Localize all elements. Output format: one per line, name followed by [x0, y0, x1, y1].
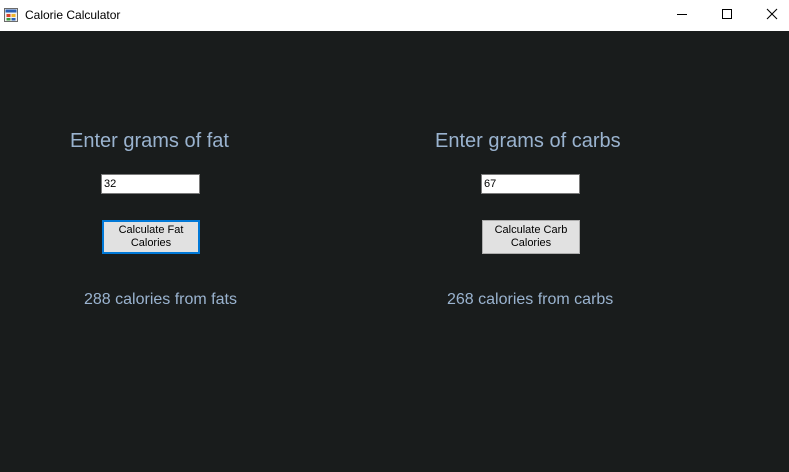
- minimize-icon: [676, 7, 688, 25]
- close-button[interactable]: [749, 0, 789, 31]
- fat-grams-input[interactable]: [101, 174, 200, 194]
- carbs-grams-input[interactable]: [481, 174, 580, 194]
- title-bar[interactable]: Calorie Calculator: [0, 0, 789, 31]
- calorie-calculator-window: Calorie Calculator Enter grams of fat Ca…: [0, 0, 789, 472]
- calculate-carb-label-line1: Calculate Carb: [494, 224, 568, 236]
- calculate-fat-calories-button[interactable]: Calculate Fat Calories: [102, 220, 200, 254]
- fat-heading: Enter grams of fat: [70, 130, 229, 152]
- close-icon: [766, 7, 778, 25]
- fat-calories-result: 288 calories from fats: [84, 291, 237, 308]
- calculate-fat-button-label: Calculate Fat Calories: [119, 224, 184, 250]
- calculate-carb-button-label: Calculate Carb Calories: [495, 224, 568, 250]
- carbs-heading: Enter grams of carbs: [435, 130, 621, 152]
- calculate-carb-calories-button[interactable]: Calculate Carb Calories: [482, 220, 580, 254]
- client-area: Enter grams of fat Calculate Fat Calorie…: [0, 31, 789, 472]
- maximize-button[interactable]: [704, 0, 750, 31]
- carbs-calories-result: 268 calories from carbs: [447, 291, 614, 308]
- maximize-icon: [721, 7, 733, 25]
- calculate-fat-label-line2: Calories: [130, 237, 172, 249]
- window-title: Calorie Calculator: [25, 8, 121, 22]
- app-window-icon[interactable]: [4, 8, 18, 22]
- minimize-button[interactable]: [659, 0, 705, 31]
- calculate-fat-label-line1: Calculate Fat: [118, 224, 184, 236]
- calculate-carb-label-line2: Calories: [510, 237, 552, 249]
